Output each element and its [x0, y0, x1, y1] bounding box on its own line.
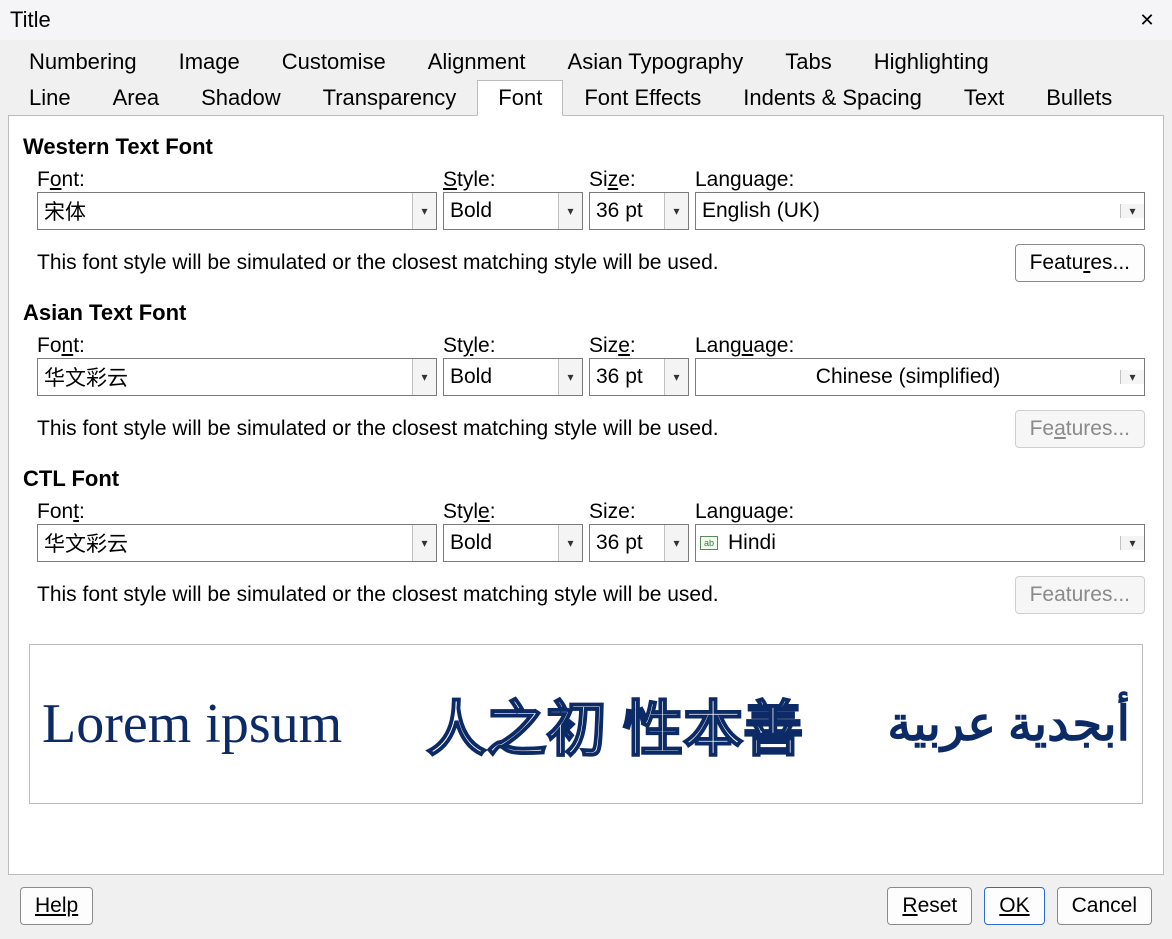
reset-button[interactable]: Reset — [887, 887, 972, 925]
western-features-button[interactable]: Features... — [1015, 244, 1145, 282]
chevron-down-icon[interactable]: ▾ — [1120, 204, 1144, 218]
asian-language-input[interactable] — [696, 363, 1120, 391]
ok-button[interactable]: OK — [984, 887, 1044, 925]
chevron-down-icon[interactable]: ▾ — [412, 525, 436, 561]
chevron-down-icon[interactable]: ▾ — [1120, 536, 1144, 550]
section-western-title: Western Text Font — [23, 134, 1149, 160]
chevron-down-icon[interactable]: ▾ — [558, 525, 582, 561]
western-style-combo[interactable]: ▾ — [443, 192, 583, 230]
ctl-language-input[interactable] — [722, 529, 1120, 557]
help-button[interactable]: Help — [20, 887, 93, 925]
tab-image[interactable]: Image — [158, 44, 261, 80]
ctl-font-combo[interactable]: ▾ — [37, 524, 437, 562]
label-font: Font: — [37, 168, 437, 192]
asian-fields: ▾ ▾ ▾ ▾ — [23, 358, 1149, 396]
western-fields: ▾ ▾ ▾ ▾ — [23, 192, 1149, 230]
label-size: Size: — [589, 334, 689, 358]
tab-shadow[interactable]: Shadow — [180, 80, 302, 116]
ctl-hint-row: This font style will be simulated or the… — [23, 562, 1149, 626]
label-language: Language: — [695, 168, 1145, 192]
ctl-labels: Font: Style: Size: Language: — [23, 500, 1149, 524]
asian-font-combo[interactable]: ▾ — [37, 358, 437, 396]
label-font: Font: — [37, 500, 437, 524]
tab-row-1: Numbering Image Customise Alignment Asia… — [8, 44, 1164, 80]
preview-arabic: أبجدية عربية — [887, 696, 1130, 752]
asian-hint-row: This font style will be simulated or the… — [23, 396, 1149, 460]
asian-features-button: Features... — [1015, 410, 1145, 448]
label-language: Language: — [695, 334, 1145, 358]
western-style-input[interactable] — [444, 193, 558, 229]
tab-transparency[interactable]: Transparency — [302, 80, 478, 116]
ctl-features-button: Features... — [1015, 576, 1145, 614]
asian-labels: Font: Style: Size: Language: — [23, 334, 1149, 358]
label-style: Style: — [443, 334, 583, 358]
chevron-down-icon[interactable]: ▾ — [558, 193, 582, 229]
western-font-combo[interactable]: ▾ — [37, 192, 437, 230]
tab-page-font: Western Text Font Font: Style: Size: Lan… — [8, 115, 1164, 875]
ctl-size-combo[interactable]: ▾ — [589, 524, 689, 562]
section-ctl-title: CTL Font — [23, 466, 1149, 492]
chevron-down-icon[interactable]: ▾ — [664, 359, 688, 395]
western-labels: Font: Style: Size: Language: — [23, 168, 1149, 192]
ctl-style-combo[interactable]: ▾ — [443, 524, 583, 562]
asian-style-input[interactable] — [444, 359, 558, 395]
tab-highlighting[interactable]: Highlighting — [853, 44, 1010, 80]
ctl-font-input[interactable] — [38, 525, 412, 561]
chevron-down-icon[interactable]: ▾ — [664, 525, 688, 561]
chevron-down-icon[interactable]: ▾ — [558, 359, 582, 395]
tab-line[interactable]: Line — [8, 80, 92, 116]
label-size: Size: — [589, 500, 689, 524]
label-language: Language: — [695, 500, 1145, 524]
ctl-size-input[interactable] — [590, 525, 664, 561]
preview-cjk: 人之初 性本善 — [426, 681, 803, 768]
ctl-fields: ▾ ▾ ▾ ab ▾ — [23, 524, 1149, 562]
font-preview: Lorem ipsum 人之初 性本善 أبجدية عربية — [29, 644, 1143, 804]
dialog-button-bar: Help Reset OK Cancel — [8, 875, 1164, 939]
label-style: Style: — [443, 500, 583, 524]
tab-tabs[interactable]: Tabs — [764, 44, 852, 80]
asian-language-combo[interactable]: ▾ — [695, 358, 1145, 396]
tab-row-2: Line Area Shadow Transparency Font Font … — [8, 80, 1164, 116]
asian-style-combo[interactable]: ▾ — [443, 358, 583, 396]
western-size-input[interactable] — [590, 193, 664, 229]
chevron-down-icon[interactable]: ▾ — [412, 193, 436, 229]
tab-asian-typography[interactable]: Asian Typography — [547, 44, 765, 80]
western-size-combo[interactable]: ▾ — [589, 192, 689, 230]
tab-area[interactable]: Area — [92, 80, 180, 116]
cancel-button[interactable]: Cancel — [1057, 887, 1152, 925]
ctl-language-combo[interactable]: ab ▾ — [695, 524, 1145, 562]
tab-font-effects[interactable]: Font Effects — [563, 80, 722, 116]
tab-bullets[interactable]: Bullets — [1025, 80, 1133, 116]
label-size: Size: — [589, 168, 689, 192]
window-title: Title — [10, 7, 1132, 33]
label-font: Font: — [37, 334, 437, 358]
ctl-style-input[interactable] — [444, 525, 558, 561]
spellcheck-icon: ab — [700, 536, 718, 550]
asian-font-input[interactable] — [38, 359, 412, 395]
tab-numbering[interactable]: Numbering — [8, 44, 158, 80]
label-style: Style: — [443, 168, 583, 192]
titlebar: Title ✕ — [0, 0, 1172, 40]
western-font-input[interactable] — [38, 193, 412, 229]
asian-size-combo[interactable]: ▾ — [589, 358, 689, 396]
dialog-body: Numbering Image Customise Alignment Asia… — [0, 40, 1172, 939]
ctl-hint: This font style will be simulated or the… — [37, 583, 1003, 607]
western-language-input[interactable] — [696, 197, 1120, 225]
western-hint-row: This font style will be simulated or the… — [23, 230, 1149, 294]
section-asian-title: Asian Text Font — [23, 300, 1149, 326]
tab-text[interactable]: Text — [943, 80, 1025, 116]
western-language-combo[interactable]: ▾ — [695, 192, 1145, 230]
chevron-down-icon[interactable]: ▾ — [1120, 370, 1144, 384]
tab-customise[interactable]: Customise — [261, 44, 407, 80]
tab-font[interactable]: Font — [477, 80, 563, 116]
tab-alignment[interactable]: Alignment — [407, 44, 547, 80]
close-icon[interactable]: ✕ — [1132, 10, 1162, 31]
tab-indents-spacing[interactable]: Indents & Spacing — [722, 80, 943, 116]
preview-western: Lorem ipsum — [42, 692, 342, 756]
asian-hint: This font style will be simulated or the… — [37, 417, 1003, 441]
chevron-down-icon[interactable]: ▾ — [412, 359, 436, 395]
asian-size-input[interactable] — [590, 359, 664, 395]
western-hint: This font style will be simulated or the… — [37, 251, 1003, 275]
chevron-down-icon[interactable]: ▾ — [664, 193, 688, 229]
